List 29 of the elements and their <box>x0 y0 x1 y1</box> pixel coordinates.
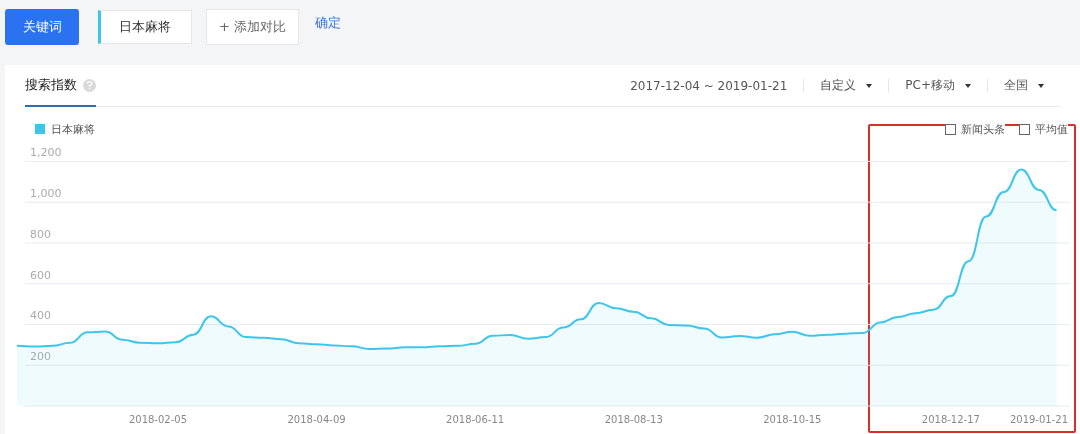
search-index-tab[interactable]: 搜索指数 <box>25 65 96 107</box>
y-axis-label: 800 <box>30 227 51 241</box>
legend-item[interactable]: 日本麻将 <box>35 121 95 137</box>
x-axis-label: 2018-12-17 <box>921 414 980 425</box>
confirm-link[interactable]: 确定 <box>315 13 341 32</box>
x-axis-label: 2018-06-11 <box>446 414 505 425</box>
keyword-mode-button[interactable]: 关键词 <box>5 8 79 45</box>
filter-dropdown[interactable]: PC+移动 <box>888 78 987 93</box>
y-axis-label: 1,200 <box>30 146 62 160</box>
keyword-field[interactable]: 日本麻将 <box>98 9 192 44</box>
add-compare-button[interactable]: + 添加对比 <box>206 8 299 45</box>
x-axis-label: 2018-10-15 <box>763 414 822 425</box>
date-range[interactable]: 2017-12-04 ~ 2019-01-21 <box>614 78 804 93</box>
x-axis-label: 2019-01-21 <box>1009 414 1069 425</box>
x-axis-label: 2018-04-09 <box>287 414 346 425</box>
option-checkbox[interactable]: 新闻头条 <box>945 121 1005 137</box>
y-axis-label: 1,000 <box>30 187 62 201</box>
x-axis-label: 2018-08-13 <box>604 414 663 425</box>
caret-icon <box>866 83 873 88</box>
caret-icon <box>965 83 971 88</box>
filter-dropdown[interactable]: 全国 <box>987 78 1060 93</box>
y-axis-label: 400 <box>30 309 51 323</box>
filter-dropdown[interactable]: 自定义 <box>803 78 889 93</box>
y-axis-label: 600 <box>30 268 51 282</box>
x-axis-label: 2018-02-05 <box>128 414 188 425</box>
option-checkbox[interactable]: 平均值 <box>1019 121 1068 137</box>
help-icon[interactable] <box>83 78 96 92</box>
y-axis-label: 200 <box>30 350 51 364</box>
caret-icon <box>1038 83 1044 88</box>
